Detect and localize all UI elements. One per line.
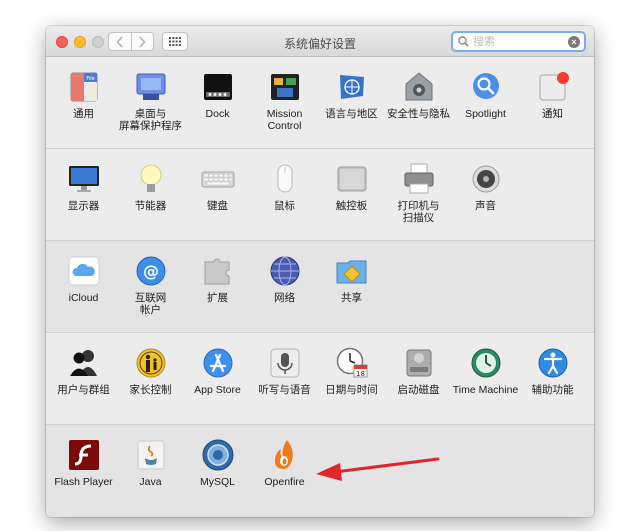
annotation-arrow — [316, 457, 440, 481]
